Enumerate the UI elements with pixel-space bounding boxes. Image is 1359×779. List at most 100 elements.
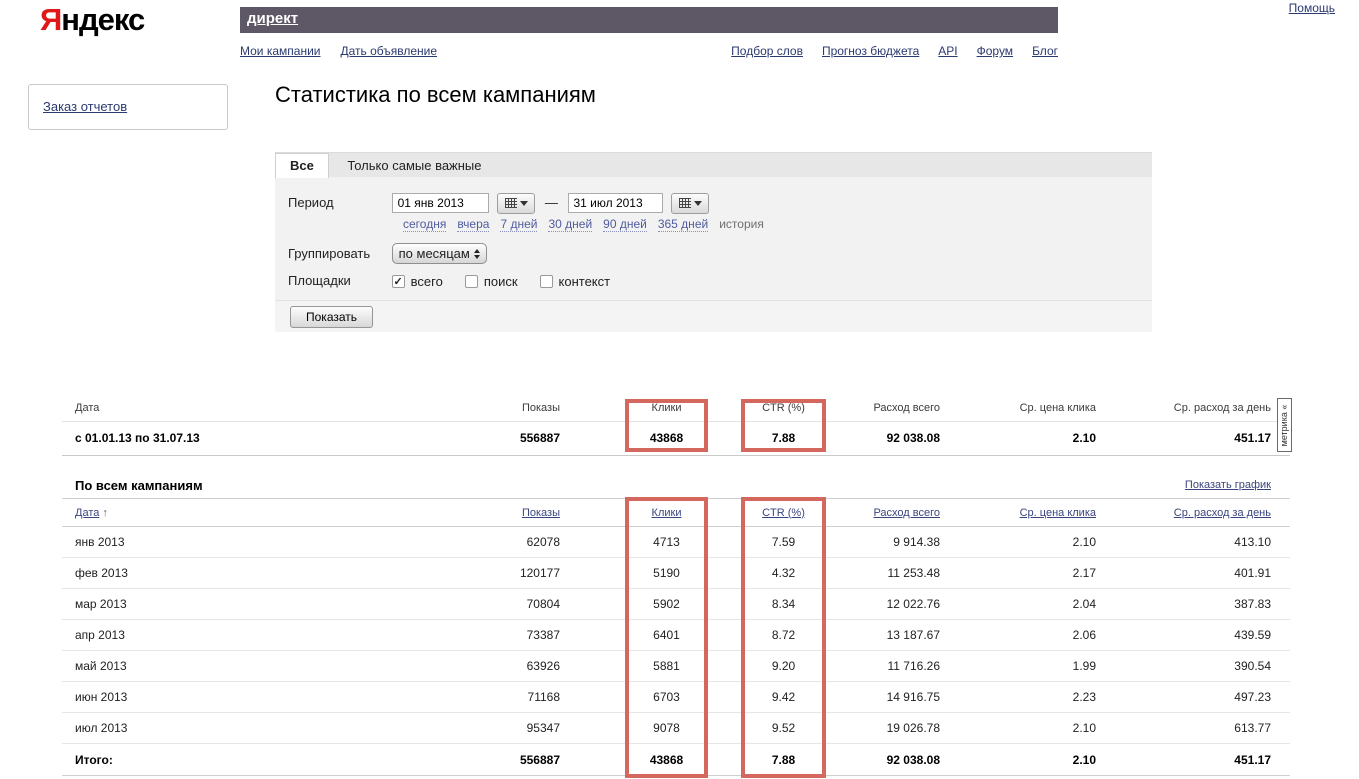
quick-link-yesterday[interactable]: вчера xyxy=(457,217,490,232)
checkbox-label: контекст xyxy=(558,274,611,289)
cell-avg-click-cost: 2.06 xyxy=(940,619,1096,651)
cell-avg-daily-cost: 497.23 xyxy=(1096,681,1271,713)
group-row: Группировать по месяцам xyxy=(288,243,487,264)
period-from-input[interactable] xyxy=(391,193,489,213)
campaigns-titlebar: По всем кампаниям Показать график xyxy=(62,472,1352,498)
nav-api[interactable]: API xyxy=(938,44,957,58)
cell-clicks: 5190 xyxy=(625,557,708,589)
checkbox-label: поиск xyxy=(483,274,518,289)
help-link[interactable]: Помощь xyxy=(1289,1,1335,15)
sort-arrow-icon: ↑ xyxy=(102,506,108,519)
spacer xyxy=(560,557,625,589)
quick-link-history[interactable]: история xyxy=(719,217,764,232)
cell-date: июл 2013 xyxy=(62,712,362,744)
campaigns-table-body: янв 2013 62078 4713 7.59 9 914.38 2.10 413.10 ф… xyxy=(62,526,1290,776)
campaigns-table: Дата ↑ Показы Клики CTR (%) Расход всего … xyxy=(62,498,1290,776)
table-row: фев 2013 120177 5190 4.32 11 253.48 2.17 401.9… xyxy=(62,557,1290,589)
sort-total-cost-link[interactable]: Расход всего xyxy=(873,507,940,519)
nav-forum[interactable]: Форум xyxy=(977,44,1013,58)
checkbox-icon xyxy=(391,275,405,288)
calendar-from-button[interactable] xyxy=(497,193,536,215)
quick-link-today[interactable]: сегодня xyxy=(403,217,447,232)
order-reports-link[interactable]: Заказ отчетов xyxy=(43,99,127,114)
sort-clicks-link[interactable]: Клики xyxy=(652,507,682,519)
nav-word-selection[interactable]: Подбор слов xyxy=(731,44,803,58)
tab-most-important[interactable]: Только самые важные xyxy=(333,154,495,178)
tab-all[interactable]: Все xyxy=(275,153,329,178)
col-avg-daily-cost: Ср. расход за день xyxy=(1096,395,1271,422)
row-pad xyxy=(1271,712,1290,744)
table-row: апр 2013 73387 6401 8.72 13 187.67 2.06 439.59 xyxy=(62,619,1290,651)
quick-link-7days[interactable]: 7 дней xyxy=(500,217,538,232)
calendar-to-button[interactable] xyxy=(671,193,710,215)
cell-avg-daily-cost: 439.59 xyxy=(1096,619,1271,651)
quick-link-365days[interactable]: 365 дней xyxy=(657,217,709,232)
table-row: июл 2013 95347 9078 9.52 19 026.78 2.10 613.77 xyxy=(62,712,1290,744)
cell-date: май 2013 xyxy=(62,650,362,682)
logo-letter: Я xyxy=(40,2,62,37)
metrika-tab[interactable]: метрика « xyxy=(1277,398,1292,452)
col-ctr: CTR (%) xyxy=(741,498,826,527)
sort-avg-daily-cost-link[interactable]: Ср. расход за день xyxy=(1174,507,1271,519)
checkbox-total[interactable]: всего xyxy=(391,274,443,289)
nav-right: Подбор слов Прогноз бюджета API Форум Бл… xyxy=(731,44,1058,58)
cell-ctr: 8.34 xyxy=(741,588,826,620)
spacer xyxy=(708,681,741,713)
sort-impressions-link[interactable]: Показы xyxy=(522,507,560,519)
chevron-down-icon xyxy=(519,201,528,207)
tab-strip: Все Только самые важные xyxy=(275,152,1152,178)
period-to-input[interactable] xyxy=(567,193,663,213)
quick-link-30days[interactable]: 30 дней xyxy=(548,217,593,232)
cell-impressions: 70804 xyxy=(362,588,560,620)
cell-avg-daily-cost: 401.91 xyxy=(1096,557,1271,589)
cell-clicks: 9078 xyxy=(625,712,708,744)
select-arrows-icon xyxy=(473,248,480,259)
nav-my-campaigns[interactable]: Мои кампании xyxy=(240,44,320,58)
nav-create-ad[interactable]: Дать объявление xyxy=(340,44,437,58)
cell-avg-click-cost: 2.10 xyxy=(940,526,1096,558)
cell-avg-daily-cost: 613.77 xyxy=(1096,712,1271,744)
spacer xyxy=(560,743,625,776)
checkbox-icon xyxy=(539,275,553,288)
col-impressions: Показы xyxy=(362,395,560,422)
cell-total-cost: 92 038.08 xyxy=(826,421,940,456)
show-button[interactable]: Показать xyxy=(290,306,374,328)
spacer xyxy=(708,743,741,776)
sort-ctr-link[interactable]: CTR (%) xyxy=(762,507,805,519)
cell-ctr: 7.88 xyxy=(741,743,826,776)
cell-total-cost: 92 038.08 xyxy=(826,743,940,776)
logo-rest: ндекс xyxy=(61,2,145,37)
sort-avg-click-cost-link[interactable]: Ср. цена клика xyxy=(1020,507,1096,519)
group-select[interactable]: по месяцам xyxy=(391,243,487,264)
cell-avg-click-cost: 2.10 xyxy=(940,421,1096,456)
cell-total-cost: 14 916.75 xyxy=(826,681,940,713)
total-row: Итого: 556887 43868 7.88 92 038.08 2.10 451.17 xyxy=(62,743,1290,776)
spacer xyxy=(560,681,625,713)
sort-date-link[interactable]: Дата xyxy=(75,507,99,519)
spacer xyxy=(708,619,741,651)
nav-budget-forecast[interactable]: Прогноз бюджета xyxy=(822,44,919,58)
col-avg-click-cost: Ср. цена клика xyxy=(940,498,1096,527)
checkbox-context[interactable]: контекст xyxy=(539,274,611,289)
col-total-cost: Расход всего xyxy=(826,498,940,527)
group-label: Группировать xyxy=(288,246,371,261)
table-row: мар 2013 70804 5902 8.34 12 022.76 2.04 387.83 xyxy=(62,588,1290,620)
cell-avg-click-cost: 2.04 xyxy=(940,588,1096,620)
cell-total-cost: 11 253.48 xyxy=(826,557,940,589)
chevron-down-icon xyxy=(693,201,702,207)
cell-date: апр 2013 xyxy=(62,619,362,651)
cell-avg-click-cost: 2.10 xyxy=(940,743,1096,776)
cell-date: Итого: xyxy=(62,743,362,776)
show-chart-link[interactable]: Показать график xyxy=(1185,479,1271,491)
spacer xyxy=(560,650,625,682)
cell-clicks: 43868 xyxy=(625,421,708,456)
nav-blog[interactable]: Блог xyxy=(1032,44,1058,58)
cell-impressions: 556887 xyxy=(362,743,560,776)
col-clicks: Клики xyxy=(625,395,708,422)
cell-ctr: 9.20 xyxy=(741,650,826,682)
cell-total-cost: 19 026.78 xyxy=(826,712,940,744)
cell-impressions: 73387 xyxy=(362,619,560,651)
quick-link-90days[interactable]: 90 дней xyxy=(603,217,647,232)
checkbox-search[interactable]: поиск xyxy=(464,274,518,289)
direct-link[interactable]: директ xyxy=(247,10,298,27)
